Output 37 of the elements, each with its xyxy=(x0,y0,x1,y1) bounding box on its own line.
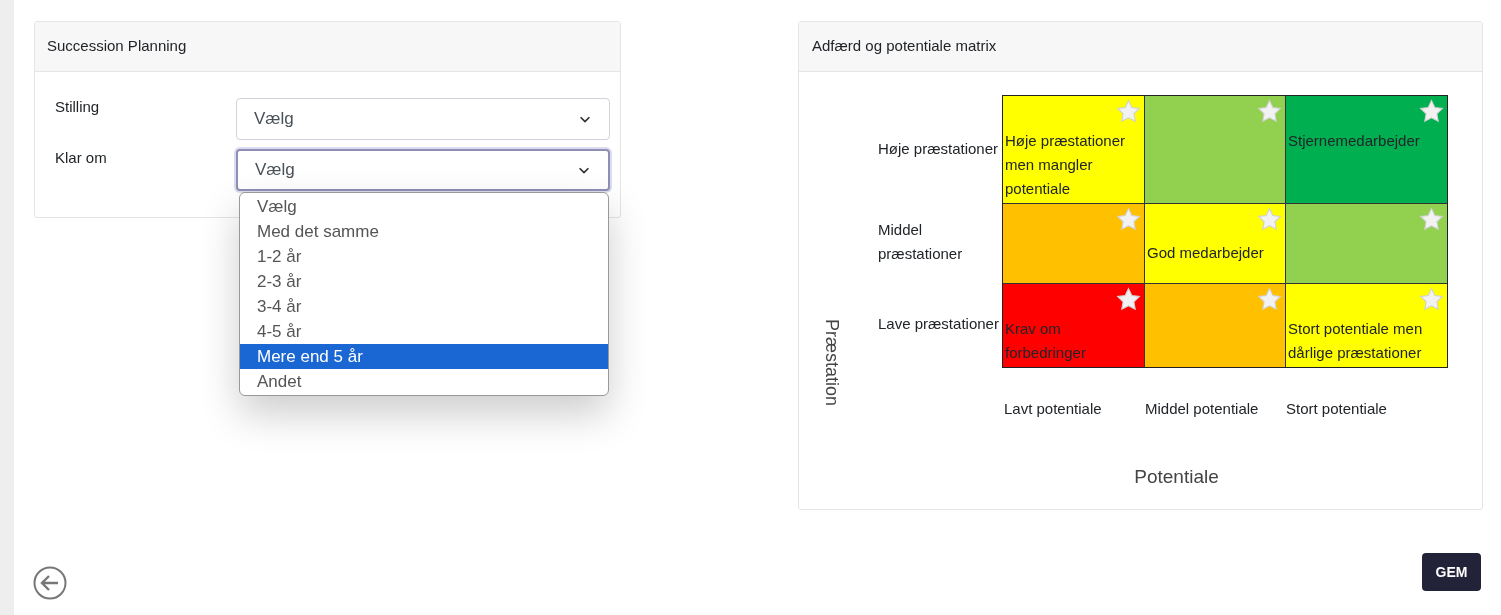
cell-label: Høje præstationer men mangler potentiale xyxy=(1005,131,1127,199)
row-label: Middel præstationer xyxy=(878,220,964,264)
card-title: Succession Planning xyxy=(47,36,187,57)
dropdown-option[interactable]: 1-2 år xyxy=(240,244,608,269)
field-label: Klar om xyxy=(55,148,108,168)
select-field[interactable]: Vælg xyxy=(236,149,610,191)
dropdown-option[interactable]: 2-3 år xyxy=(240,269,608,294)
star-icon[interactable] xyxy=(1257,99,1282,124)
star-icon[interactable] xyxy=(1419,287,1444,312)
column-label: Lavt potentiale xyxy=(1004,400,1102,417)
row-label: Høje præstationer xyxy=(878,138,999,159)
select-field[interactable]: Vælg xyxy=(236,98,610,140)
save-button[interactable]: GEM xyxy=(1422,553,1481,591)
cell-label: Stort potentiale men dårlige præstationer xyxy=(1288,319,1424,363)
row-label: Lave præstationer xyxy=(878,314,999,334)
star-icon[interactable] xyxy=(1419,99,1444,124)
cell-label: Stjernemedarbejder xyxy=(1288,131,1420,151)
field-label: Stilling xyxy=(55,97,101,117)
dropdown-option[interactable]: Vælg xyxy=(240,194,608,219)
star-icon[interactable] xyxy=(1419,207,1444,232)
star-icon[interactable] xyxy=(1116,287,1141,312)
dropdown-option[interactable]: Med det samme xyxy=(240,219,608,244)
cell-label: Krav om forbedringer xyxy=(1005,319,1087,363)
axis-label: Potentiale xyxy=(1134,465,1219,489)
dropdown-option[interactable]: 4-5 år xyxy=(240,319,608,344)
star-icon[interactable] xyxy=(1116,207,1141,232)
star-icon[interactable] xyxy=(1116,99,1141,124)
column-label: Stort potentiale xyxy=(1286,400,1387,417)
star-icon[interactable] xyxy=(1257,207,1282,232)
dropdown-option[interactable]: Andet xyxy=(240,369,608,394)
axis-label: Præstation xyxy=(820,319,843,407)
dropdown-option[interactable]: Mere end 5 år xyxy=(240,344,608,369)
star-icon[interactable] xyxy=(1257,287,1282,312)
column-label: Middel potentiale xyxy=(1145,400,1259,417)
cell-label: God medarbejder xyxy=(1147,243,1264,263)
dropdown-option[interactable]: 3-4 år xyxy=(240,294,608,319)
card-title: Adfærd og potentiale matrix xyxy=(812,36,997,57)
